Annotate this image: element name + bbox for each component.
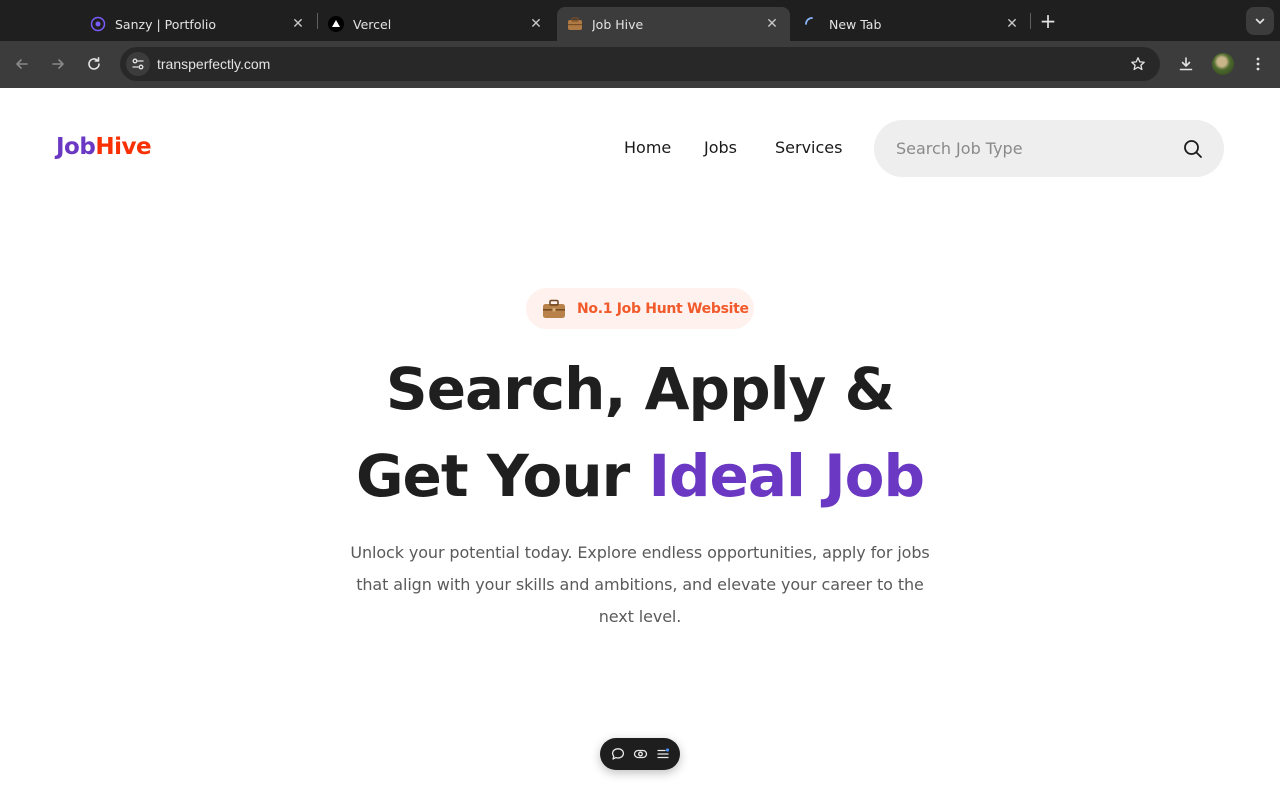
job-search-bar [874, 120, 1224, 177]
tab-search-button[interactable] [1246, 7, 1274, 35]
downloads-button[interactable] [1174, 52, 1198, 76]
nav-services-link[interactable]: Services [775, 138, 842, 157]
tab-label: Vercel [353, 16, 392, 32]
badge-text: No.1 Job Hunt Website [577, 300, 749, 317]
floating-toolbar [600, 738, 680, 770]
site-settings-icon[interactable] [126, 52, 150, 76]
close-tab-icon[interactable]: ✕ [528, 16, 544, 32]
tab-job-hive[interactable]: Job Hive ✕ [557, 7, 790, 41]
arrow-right-icon [52, 59, 64, 69]
logo-part-hive: Hive [95, 134, 152, 160]
tab-new-tab[interactable]: New Tab ✕ [794, 7, 1030, 41]
hero-title-line-2: Get Your Ideal Job [0, 447, 1280, 505]
close-tab-icon[interactable]: ✕ [764, 16, 780, 32]
briefcase-icon [567, 16, 583, 32]
page-content: JobHive Home Jobs Services No.1 Job Hunt… [0, 88, 1280, 800]
browser-menu-button[interactable] [1246, 52, 1270, 76]
url-text: transperfectly.com [157, 56, 271, 72]
hero-description: Unlock your potential today. Explore end… [350, 543, 930, 626]
chevron-down-icon [1255, 18, 1265, 24]
tab-label: New Tab [829, 16, 882, 32]
close-tab-icon[interactable]: ✕ [1004, 16, 1020, 32]
new-tab-button[interactable]: + [1036, 9, 1060, 33]
browser-toolbar: transperfectly.com [0, 41, 1280, 88]
address-bar[interactable]: transperfectly.com [120, 47, 1160, 81]
download-icon [1179, 57, 1193, 71]
tab-label: Job Hive [592, 16, 644, 32]
tab-separator [1030, 13, 1031, 29]
search-icon[interactable] [1182, 138, 1204, 160]
tab-label: Sanzy | Portfolio [115, 16, 217, 32]
nav-jobs-link[interactable]: Jobs [704, 138, 737, 157]
bookmark-star-icon[interactable] [1128, 54, 1148, 74]
menu-icon[interactable] [654, 745, 672, 763]
loading-spinner-icon [804, 16, 820, 32]
portfolio-favicon-icon [90, 16, 106, 32]
browser-tab-strip: Sanzy | Portfolio ✕ Vercel ✕ Job Hive ✕ … [0, 0, 1280, 41]
comment-icon[interactable] [609, 745, 627, 763]
arrow-left-icon [16, 59, 28, 69]
hero-title-accent: Ideal Job [648, 442, 925, 510]
logo-part-job: Job [56, 134, 96, 160]
reload-button[interactable] [82, 52, 106, 76]
hero-title-plain: Get Your [355, 442, 649, 510]
forward-button[interactable] [46, 52, 70, 76]
hero-title-line-1: Search, Apply & [385, 355, 895, 423]
kebab-menu-icon [1256, 57, 1260, 71]
profile-avatar[interactable] [1212, 53, 1234, 75]
briefcase-icon [542, 299, 566, 319]
vercel-triangle-icon [328, 16, 344, 32]
eye-icon[interactable] [631, 745, 649, 763]
site-logo[interactable]: JobHive [56, 134, 152, 160]
tab-vercel[interactable]: Vercel ✕ [302, 7, 554, 41]
hero-badge: No.1 Job Hunt Website [526, 288, 754, 329]
nav-home-link[interactable]: Home [624, 138, 671, 157]
reload-icon [88, 57, 100, 70]
search-input[interactable] [896, 136, 1166, 160]
back-button[interactable] [10, 52, 34, 76]
tab-sanzy-portfolio[interactable]: Sanzy | Portfolio ✕ [64, 7, 316, 41]
